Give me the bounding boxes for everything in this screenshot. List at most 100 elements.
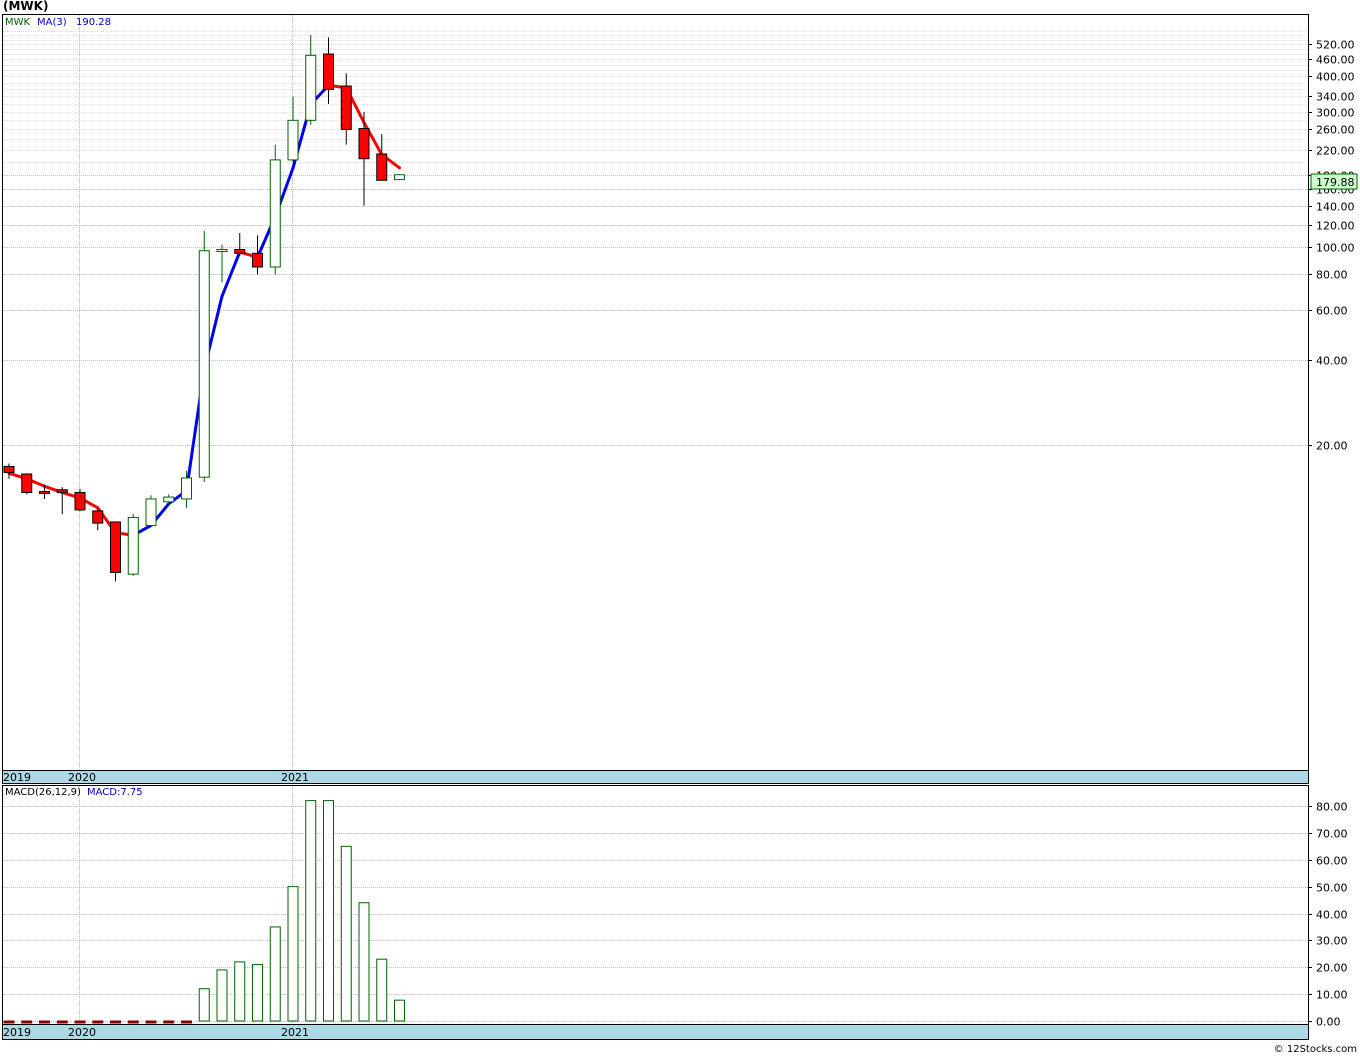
candle-body (21, 473, 33, 493)
macd-axis: 0.00 10.00 20.00 30.00 40.00 50.00 60.00 70.00 8… (1308, 801, 1348, 1029)
macd-date-label: 2019 (3, 1026, 31, 1039)
price-tick-label: 400.00 (1316, 71, 1355, 84)
macd-legend-value: MACD:7.75 (87, 787, 143, 798)
candle-body (181, 477, 192, 500)
macd-bar (3, 1020, 15, 1024)
candle (21, 473, 33, 495)
macd-date-label: 2021 (281, 1026, 309, 1039)
legend-ma-value: 190.28 (76, 17, 111, 28)
candle (145, 495, 157, 527)
macd-bar (39, 1020, 50, 1024)
candle (110, 521, 121, 582)
macd-tick-label: 0.00 (1316, 1016, 1341, 1029)
price-tick-label: 80.00 (1316, 269, 1348, 282)
candle-body (394, 174, 405, 181)
price-axis: 20.0040.0060.0080.00100.00120.00140.0016… (1308, 39, 1355, 453)
macd-date-band (2, 1024, 1309, 1040)
candle (74, 488, 86, 511)
macd-bar (340, 845, 352, 1022)
macd-bar (305, 800, 317, 1022)
candle-body (39, 491, 50, 495)
last-price-text: 179.88 (1316, 176, 1355, 189)
macd-bar (74, 1020, 86, 1024)
price-tick-label: 140.00 (1316, 201, 1355, 214)
price-tick-label: 220.00 (1316, 145, 1355, 158)
candle-body (340, 85, 352, 130)
price-legend: MWK MA(3) 190.28 (5, 17, 111, 28)
macd-bar (234, 961, 246, 1022)
price-date-label: 2021 (281, 771, 309, 784)
macd-tick-label: 10.00 (1316, 989, 1348, 1002)
macd-tick-label: 60.00 (1316, 855, 1348, 868)
candle-body (252, 252, 263, 268)
price-tick-label: 260.00 (1316, 124, 1355, 137)
chart-title: (MWK) (3, 0, 48, 13)
macd-legend-label: MACD(26,12,9) (5, 787, 81, 798)
macd-bar (110, 1020, 121, 1024)
macd-panel: 0.00 10.00 20.00 30.00 40.00 50.00 60.00 70.00 8… (2, 785, 1348, 1040)
candle-body (323, 53, 334, 90)
last-price-label: 179.88 (1310, 173, 1358, 190)
macd-bar (287, 886, 299, 1022)
macd-tick-label: 70.00 (1316, 828, 1348, 841)
macd-bar (323, 800, 334, 1022)
macd-tick-label: 20.00 (1316, 962, 1348, 975)
macd-date-label: 2020 (68, 1026, 96, 1039)
macd-tick-label: 50.00 (1316, 882, 1348, 895)
macd-tick-label: 40.00 (1316, 909, 1348, 922)
candle (394, 174, 405, 181)
candle-body (198, 250, 210, 478)
candle-body (110, 521, 121, 573)
macd-bar (56, 1020, 68, 1024)
macd-bar (163, 1020, 175, 1024)
candle-body (234, 248, 246, 254)
macd-bar (394, 999, 405, 1022)
candle-body (3, 465, 15, 473)
price-tick-label: 460.00 (1316, 54, 1355, 67)
legend-ma-label: MA(3) (37, 17, 67, 28)
price-panel-frame (2, 14, 1309, 771)
candle-body (74, 491, 86, 511)
macd-bar (252, 964, 263, 1022)
price-tick-label: 60.00 (1316, 305, 1348, 318)
macd-bar (181, 1020, 192, 1024)
candle (127, 514, 139, 576)
macd-bar (358, 902, 370, 1022)
candle-body (145, 498, 157, 526)
macd-bar (145, 1020, 157, 1024)
macd-bar (92, 1020, 104, 1024)
candle-body (56, 489, 68, 493)
macd-bar (21, 1020, 33, 1024)
candle-body (127, 516, 139, 575)
candle-body (376, 153, 388, 181)
candle-body (305, 54, 317, 121)
price-tick-label: 100.00 (1316, 242, 1355, 255)
candle-body (358, 128, 370, 160)
price-panel: 20.0040.0060.0080.00100.00120.00140.0016… (2, 14, 1358, 784)
macd-tick-label: 80.00 (1316, 801, 1348, 814)
price-tick-label: 340.00 (1316, 91, 1355, 104)
price-date-band (2, 770, 1309, 784)
price-date-label: 2020 (68, 771, 96, 784)
macd-panel-frame (2, 785, 1309, 1025)
legend-symbol: MWK (5, 17, 31, 28)
candle (198, 230, 210, 483)
candle-body (287, 119, 299, 161)
candle-body (269, 159, 281, 268)
price-tick-label: 40.00 (1316, 355, 1348, 368)
price-tick-label: 520.00 (1316, 39, 1355, 52)
price-tick-label: 300.00 (1316, 107, 1355, 120)
candle-body (92, 510, 104, 524)
footer-credit: © 12Stocks.com (1274, 1044, 1357, 1055)
candle-body (216, 248, 228, 252)
chart-canvas: (MWK) 20.00 40.00 60.00 80.00 100.00 120.00 14… (2, 0, 1358, 1055)
candle (269, 144, 281, 275)
macd-tick-label: 30.00 (1316, 935, 1348, 948)
macd-bar (269, 926, 281, 1022)
macd-bar (127, 1020, 139, 1024)
price-tick-label: 20.00 (1316, 440, 1348, 453)
candle-body (163, 496, 175, 503)
macd-bar (376, 958, 388, 1022)
price-date-label: 2019 (3, 771, 31, 784)
macd-legend: MACD(26,12,9) MACD:7.75 (5, 787, 143, 798)
